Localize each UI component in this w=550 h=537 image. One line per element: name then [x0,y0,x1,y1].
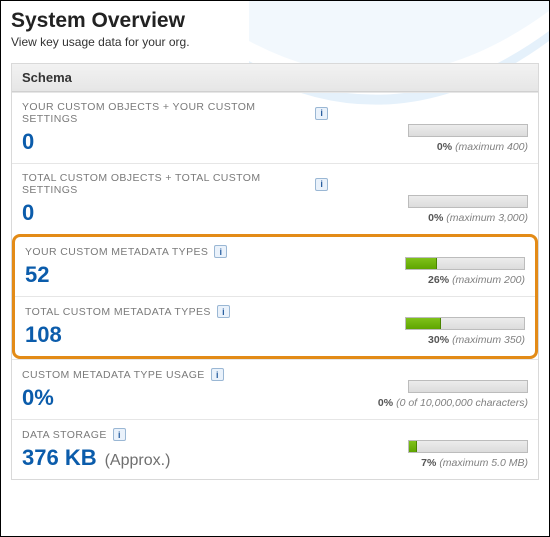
usage-bar [408,380,528,393]
usage-row: YOUR CUSTOM OBJECTS + YOUR CUSTOM SETTIN… [12,92,538,163]
row-caption: 0%(0 of 10,000,000 characters) [378,397,528,409]
row-caption: 30%(maximum 350) [428,334,525,346]
row-caption: 0%(maximum 400) [437,141,528,153]
usage-bar-fill [409,441,417,452]
row-label: TOTAL CUSTOM METADATA TYPES [25,306,211,318]
highlight-box: YOUR CUSTOM METADATA TYPES i 52 26%(maxi… [12,234,538,359]
row-value: 376 KB (Approx.) [22,447,170,469]
row-label: YOUR CUSTOM OBJECTS + YOUR CUSTOM SETTIN… [22,101,309,125]
info-icon[interactable]: i [315,107,328,120]
row-caption: 7%(maximum 5.0 MB) [421,457,528,469]
row-caption: 26%(maximum 200) [428,274,525,286]
info-icon[interactable]: i [315,178,328,191]
row-value: 52 [25,264,227,286]
schema-panel: Schema YOUR CUSTOM OBJECTS + YOUR CUSTOM… [11,63,539,480]
row-label: CUSTOM METADATA TYPE USAGE [22,369,205,381]
row-label: YOUR CUSTOM METADATA TYPES [25,246,208,258]
info-icon[interactable]: i [113,428,126,441]
page-title: System Overview [11,9,539,33]
page-subtitle: View key usage data for your org. [11,35,539,49]
usage-row: CUSTOM METADATA TYPE USAGE i 0% 0%(0 of … [12,359,538,419]
info-icon[interactable]: i [217,305,230,318]
usage-row: YOUR CUSTOM METADATA TYPES i 52 26%(maxi… [15,237,535,296]
usage-bar-fill [406,318,441,329]
usage-bar [408,124,528,137]
row-label: TOTAL CUSTOM OBJECTS + TOTAL CUSTOM SETT… [22,172,309,196]
row-value: 0% [22,387,224,409]
row-value: 0 [22,131,328,153]
row-value: 0 [22,202,328,224]
usage-bar [408,440,528,453]
info-icon[interactable]: i [211,368,224,381]
row-label: DATA STORAGE [22,429,107,441]
info-icon[interactable]: i [214,245,227,258]
usage-row: TOTAL CUSTOM OBJECTS + TOTAL CUSTOM SETT… [12,163,538,234]
panel-header: Schema [12,64,538,92]
usage-bar [408,195,528,208]
usage-row: DATA STORAGE i 376 KB (Approx.) 7%(maxim… [12,419,538,479]
row-caption: 0%(maximum 3,000) [428,212,528,224]
usage-bar [405,317,525,330]
usage-row: TOTAL CUSTOM METADATA TYPES i 108 30%(ma… [15,296,535,356]
usage-bar-fill [406,258,437,269]
row-value: 108 [25,324,230,346]
usage-bar [405,257,525,270]
